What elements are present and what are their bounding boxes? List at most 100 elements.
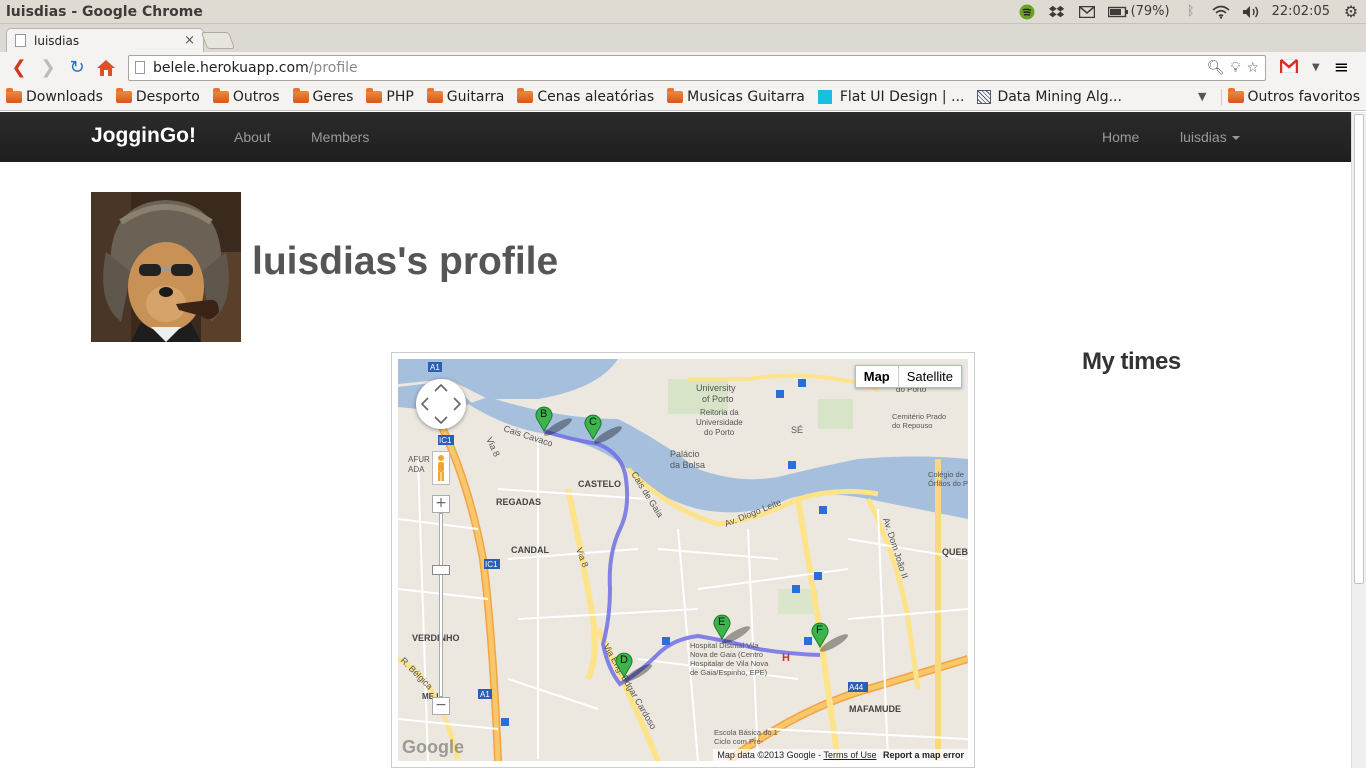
route-markers: B C D E F — [535, 406, 850, 684]
system-tray: (79%) ᛒ 22:02:05 ⚙ — [1018, 2, 1360, 21]
gmail-icon[interactable] — [1279, 58, 1299, 77]
data-mining-icon — [977, 89, 992, 104]
bluetooth-icon[interactable]: ᛒ — [1182, 4, 1200, 20]
marker-d[interactable]: D — [615, 652, 654, 684]
nav-home[interactable]: Home — [1102, 129, 1139, 145]
bookmark-label: Cenas aleatórias — [537, 88, 655, 105]
map-type-satellite-button[interactable]: Satellite — [899, 366, 961, 387]
folder-icon — [115, 87, 132, 103]
bookmark-label: Downloads — [26, 88, 103, 105]
zoom-in-button[interactable]: + — [432, 495, 450, 513]
zoom-out-button[interactable]: − — [432, 697, 450, 715]
mail-icon[interactable] — [1078, 4, 1096, 20]
avatar — [91, 192, 241, 342]
scrollbar-thumb[interactable] — [1354, 114, 1364, 584]
zoom-control: + − — [432, 495, 450, 715]
google-logo[interactable]: Google — [402, 737, 464, 758]
nav-about[interactable]: About — [234, 129, 271, 145]
map-type-control: Map Satellite — [854, 365, 962, 388]
forward-icon[interactable]: ❯ — [35, 55, 61, 81]
page-icon — [15, 34, 26, 47]
marker-f[interactable]: F — [811, 622, 850, 654]
marker-e[interactable]: E — [713, 614, 752, 646]
folder-icon — [366, 87, 383, 103]
clock[interactable]: 22:02:05 — [1272, 4, 1330, 19]
wifi-icon[interactable] — [1212, 4, 1230, 20]
session-gear-icon[interactable]: ⚙ — [1342, 2, 1360, 21]
bookmarks-bar: Downloads Desporto Outros Geres PHP Guit… — [0, 83, 1366, 111]
tab-strip: luisdias × — [0, 24, 1366, 52]
spotify-icon[interactable] — [1018, 4, 1036, 20]
bookmark-php[interactable]: PHP — [366, 87, 414, 105]
star-icon[interactable]: ☆ — [1246, 60, 1259, 76]
tab-close-icon[interactable]: × — [184, 33, 195, 48]
nav-members[interactable]: Members — [311, 129, 369, 145]
bookmark-label: Guitarra — [446, 88, 505, 105]
reload-icon[interactable]: ↻ — [64, 55, 90, 81]
battery-indicator[interactable]: (79%) — [1107, 4, 1170, 19]
bookmark-outros[interactable]: Outros — [212, 87, 280, 105]
svg-text:F: F — [816, 624, 823, 636]
bookmark-data-mining[interactable]: Data Mining Alg... — [977, 89, 1122, 105]
home-icon[interactable] — [93, 55, 119, 81]
zoom-slider-track[interactable] — [439, 513, 443, 697]
bookmark-cenas[interactable]: Cenas aleatórias — [517, 87, 655, 105]
search-icon[interactable]: 🔍︎ — [1207, 60, 1225, 76]
back-icon[interactable]: ❮ — [6, 55, 32, 81]
bookmark-label: PHP — [386, 88, 414, 105]
my-times-heading: My times — [1082, 348, 1181, 375]
page-viewport: JogginGo! About Members Home luisdias lu… — [0, 112, 1366, 768]
bookmark-musicas[interactable]: Musicas Guitarra — [667, 87, 805, 105]
user-menu[interactable]: luisdias — [1180, 129, 1240, 145]
bookmark-geres[interactable]: Geres — [292, 87, 353, 105]
user-name: luisdias — [1180, 129, 1227, 145]
url-host: belele.herokuapp.com — [153, 59, 309, 76]
flat-ui-icon — [817, 89, 832, 104]
os-top-panel: luisdias - Google Chrome (79%) ᛒ 22:02:0… — [0, 0, 1366, 24]
volume-icon[interactable] — [1242, 4, 1260, 20]
browser-toolbar: ❮ ❯ ↻ belele.herokuapp.com/profile 🔍︎ 💡︎… — [0, 52, 1366, 83]
bookmark-label: Outros — [232, 88, 280, 105]
svg-text:B: B — [540, 408, 547, 420]
report-error-link[interactable]: Report a map error — [883, 750, 964, 760]
marker-b[interactable]: B — [535, 406, 574, 438]
bookmark-flat-ui[interactable]: Flat UI Design | ... — [817, 88, 965, 105]
map-container: University of Porto Reitoria da Universi… — [391, 352, 975, 768]
lightbulb-icon[interactable]: 💡︎ — [1231, 60, 1241, 76]
route-map[interactable]: University of Porto Reitoria da Universi… — [398, 359, 968, 761]
map-type-map-button[interactable]: Map — [856, 366, 899, 387]
bookmark-label: Desporto — [135, 88, 200, 105]
toolbar-extensions: ▼ ≡ — [1279, 57, 1349, 78]
bookmark-label: Flat UI Design | ... — [839, 88, 965, 105]
bookmark-guitarra[interactable]: Guitarra — [426, 87, 505, 105]
folder-icon — [517, 87, 534, 103]
new-tab-button[interactable] — [200, 32, 236, 49]
site-navbar: JogginGo! About Members Home luisdias — [0, 112, 1351, 162]
extension-dropdown-icon[interactable]: ▼ — [1312, 62, 1320, 73]
marker-c[interactable]: C — [584, 414, 624, 446]
chrome-menu-icon[interactable]: ≡ — [1334, 57, 1349, 78]
browser-tab[interactable]: luisdias × — [6, 28, 204, 52]
battery-icon — [1107, 6, 1128, 17]
caret-down-icon — [1231, 136, 1240, 141]
folder-icon — [292, 87, 309, 103]
page-scrollbar[interactable] — [1351, 112, 1366, 768]
zoom-slider-knob[interactable] — [432, 565, 450, 575]
svg-text:D: D — [620, 654, 628, 666]
bookmark-downloads[interactable]: Downloads — [6, 87, 103, 105]
tab-title: luisdias — [34, 33, 80, 48]
terms-link[interactable]: Terms of Use — [823, 750, 876, 760]
dropbox-icon[interactable] — [1048, 4, 1066, 20]
bookmark-label: Outros favoritos — [1247, 88, 1361, 105]
bookmark-desporto[interactable]: Desporto — [115, 87, 200, 105]
window-title: luisdias - Google Chrome — [6, 3, 203, 20]
brand-logo[interactable]: JogginGo! — [91, 124, 196, 148]
pan-control[interactable] — [416, 379, 466, 429]
bookmark-other-favorites[interactable]: Outros favoritos — [1220, 87, 1361, 105]
pegman-icon[interactable] — [432, 451, 450, 485]
bookmarks-overflow-icon[interactable]: ▼ — [1198, 90, 1206, 103]
map-attribution: Map data ©2013 Google - Terms of Use Rep… — [713, 749, 968, 761]
address-bar[interactable]: belele.herokuapp.com/profile 🔍︎ 💡︎ ☆ — [128, 54, 1266, 81]
omnibox-actions: 🔍︎ 💡︎ ☆ — [1207, 60, 1259, 76]
page-title: luisdias's profile — [252, 240, 559, 283]
